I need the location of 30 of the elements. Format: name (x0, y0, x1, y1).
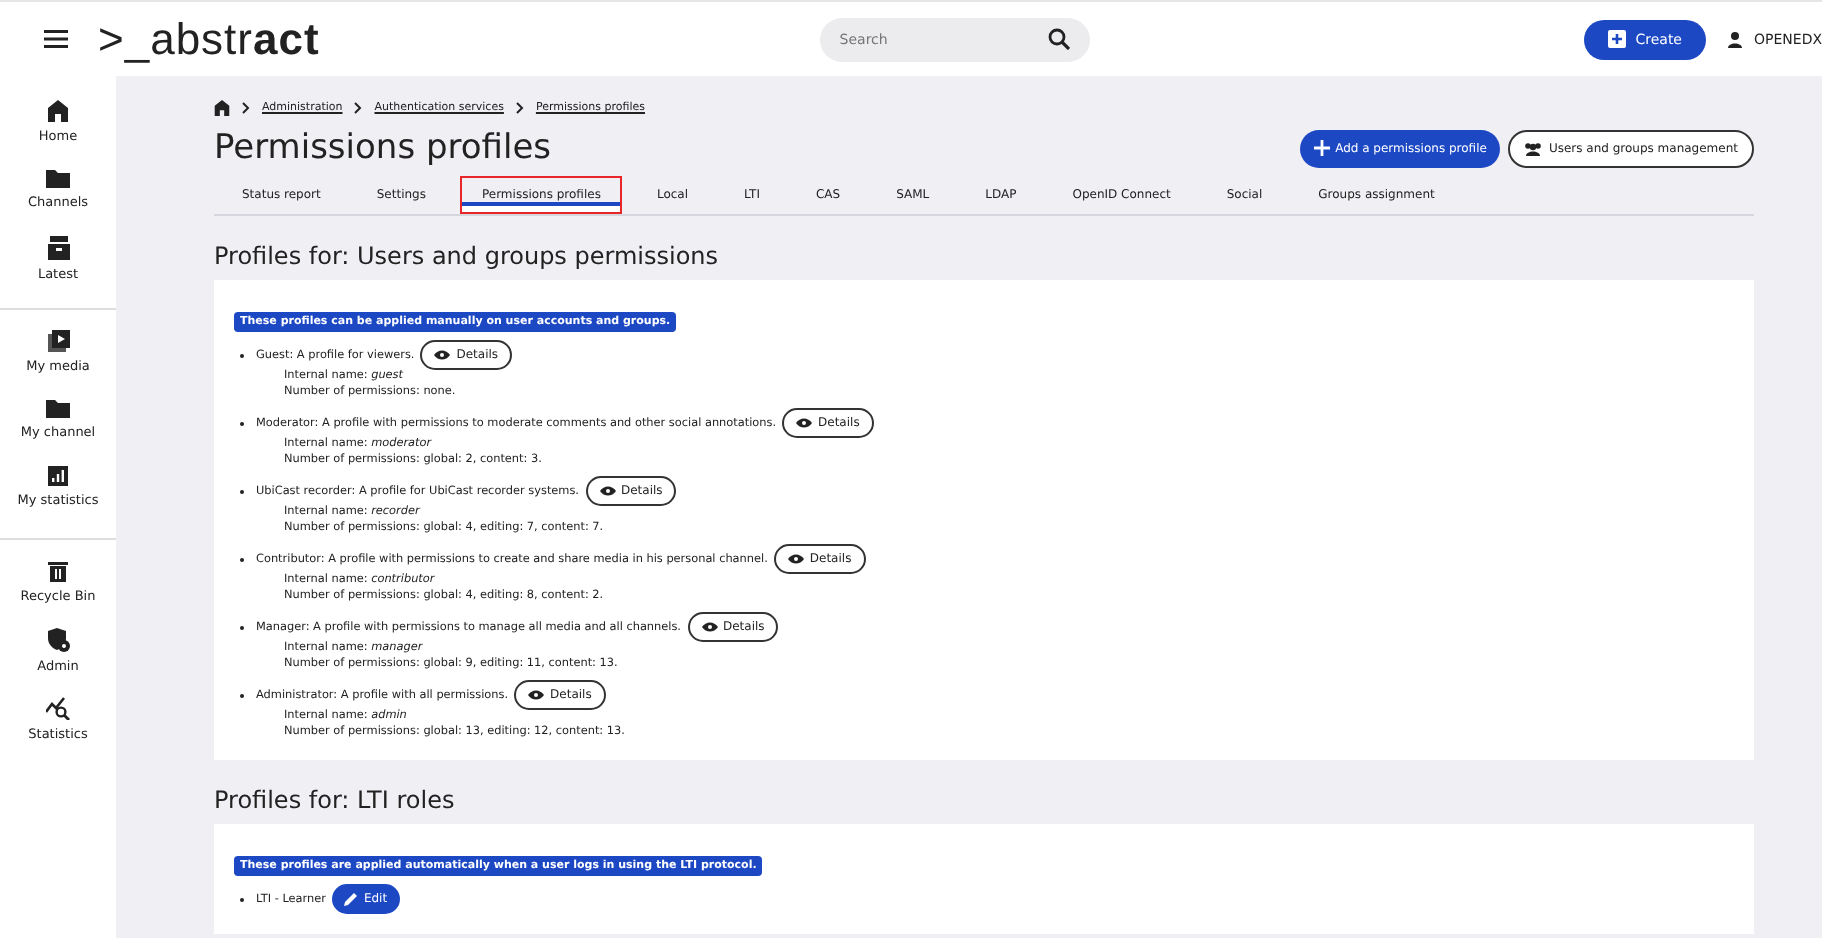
chart-magnifier-icon (46, 696, 70, 720)
section-title: Profiles for: Users and groups permissions (214, 242, 721, 270)
menu-icon[interactable] (44, 30, 68, 48)
add-media-icon (1607, 30, 1626, 48)
home-icon[interactable] (214, 100, 230, 116)
chevron-icon (354, 102, 363, 114)
folder-icon (46, 398, 70, 418)
logo[interactable]: >_abstract (98, 13, 320, 65)
eye-icon (787, 554, 804, 564)
box-icon (47, 236, 69, 260)
media-icon (47, 330, 69, 352)
trash-icon (47, 560, 68, 582)
eye-icon (434, 350, 451, 360)
eye-icon (701, 622, 717, 632)
pencil-icon (343, 892, 358, 906)
plus-icon (1313, 140, 1330, 156)
page-title: Permissions profiles (214, 128, 552, 168)
chevron-icon (515, 102, 524, 114)
users-icon (1524, 141, 1543, 155)
folder-icon (45, 168, 70, 188)
user-icon[interactable] (1728, 31, 1742, 47)
shield-gear-icon (47, 628, 69, 652)
home-icon (47, 100, 68, 122)
chart-icon (48, 466, 68, 486)
chevron-icon (242, 102, 250, 114)
eye-icon (528, 690, 545, 700)
eye-icon (796, 418, 813, 428)
eye-icon (599, 486, 615, 496)
section-title: Profiles for: LTI roles (214, 786, 457, 814)
search-icon[interactable] (1047, 28, 1070, 50)
